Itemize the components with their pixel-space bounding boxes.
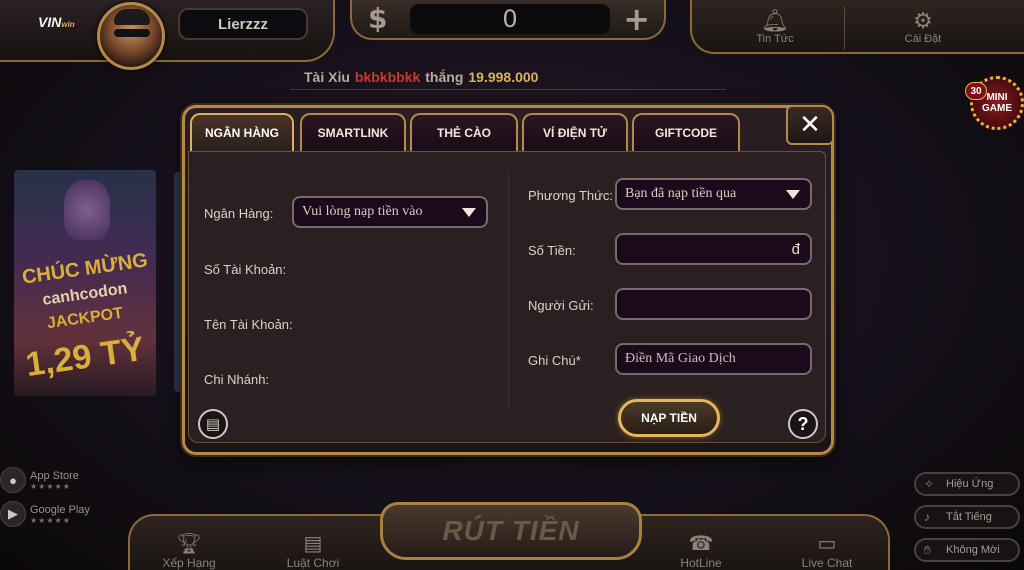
play-icon: ▶ <box>0 501 26 527</box>
poster-line-4: 1,29 TỶ <box>23 329 147 385</box>
tab-bank[interactable]: NGÂN HÀNG <box>190 113 294 151</box>
tab-giftcode[interactable]: GIFTCODE <box>632 113 740 151</box>
bell-icon: 🔔︎ <box>761 8 789 33</box>
withdraw-button[interactable]: RÚT TIỀN <box>380 502 642 560</box>
app-store-rating: ★★★★★ <box>30 481 71 491</box>
book-icon: ▤ <box>303 533 323 555</box>
balance-value: 0 <box>410 4 610 34</box>
no-invite-toggle[interactable]: ✋︎ Không Mời <box>914 538 1020 562</box>
dollar-icon: $ <box>368 2 388 35</box>
brand-logo: VINwin <box>38 14 75 30</box>
avatar[interactable] <box>97 2 165 70</box>
balance-bar: $ 0 + <box>350 0 666 40</box>
ticker-game: Tài Xỉu <box>304 68 350 85</box>
avatar-glasses <box>114 29 150 37</box>
app-store-link[interactable]: ● App Store ★★★★★ <box>0 466 110 494</box>
hotline-button[interactable]: ☎ HotLine <box>646 524 756 570</box>
live-chat-label: Live Chat <box>801 556 853 570</box>
hand-icon: ✋︎ <box>924 542 931 557</box>
mute-label: Tắt Tiếng <box>946 511 992 523</box>
app-store-label: App Store <box>30 469 79 482</box>
news-button[interactable]: 🔔︎ Tin Tức <box>700 0 850 54</box>
chat-icon: ▭ <box>817 533 837 555</box>
method-select-value: Bạn đã nạp tiền qua <box>625 186 737 201</box>
phone-icon: ☎ <box>688 533 714 555</box>
rules-button[interactable]: ▤ Luật Chơi <box>258 524 368 570</box>
amount-field[interactable]: đ <box>615 233 812 265</box>
close-button[interactable]: ✕ <box>786 105 834 145</box>
ticker-amount: 19.998.000 <box>468 68 539 85</box>
settings-button[interactable]: ⚙ Cài Đặt <box>848 0 998 54</box>
rules-label: Luật Chơi <box>286 556 340 570</box>
currency-unit: đ <box>791 241 800 258</box>
history-icon[interactable]: ▤ <box>198 409 228 439</box>
live-chat-button[interactable]: ▭ Live Chat <box>772 524 882 570</box>
ticker-verb: thắng <box>425 68 464 85</box>
mini-game-badge: 30 <box>965 82 987 100</box>
deposit-button[interactable]: NẠP TIỀN <box>618 399 720 437</box>
chevron-down-icon <box>786 190 800 199</box>
note-label: Ghi Chú* <box>528 353 581 368</box>
rank-button[interactable]: 🏆︎ Xếp Hạng <box>134 524 244 570</box>
jackpot-poster[interactable]: CHÚC MỪNG canhcodon JACKPOT 1,29 TỶ <box>14 170 156 396</box>
account-name-label: Tên Tài Khoản: <box>204 317 293 332</box>
help-button[interactable]: ? <box>788 409 818 439</box>
winner-ticker: Tài Xỉu bkbkbbkk thắng 19.998.000 <box>290 64 726 90</box>
poster-character <box>64 180 110 240</box>
effects-toggle[interactable]: ✧ Hiệu Ứng <box>914 472 1020 496</box>
tab-e-wallet[interactable]: VÍ ĐIỆN TỬ <box>522 113 628 151</box>
bank-select[interactable]: Vui lòng nạp tiền vào <box>292 196 488 228</box>
bank-label: Ngân Hàng: <box>204 206 274 221</box>
google-play-label: Google Play <box>30 503 90 516</box>
tab-scratch-card[interactable]: THẺ CÀO <box>410 113 518 151</box>
divider <box>844 6 845 50</box>
apple-icon: ● <box>0 467 26 493</box>
trophy-icon: 🏆︎ <box>176 533 202 555</box>
method-select[interactable]: Bạn đã nạp tiền qua <box>615 178 812 210</box>
sender-label: Người Gửi: <box>528 298 594 313</box>
branch-label: Chi Nhánh: <box>204 372 270 387</box>
effects-label: Hiệu Ứng <box>946 478 994 490</box>
amount-label: Số Tiền: <box>528 243 576 258</box>
account-number-label: Số Tài Khoản: <box>204 262 287 277</box>
no-invite-label: Không Mời <box>946 544 1000 556</box>
mute-toggle[interactable]: ♪ Tắt Tiếng <box>914 505 1020 529</box>
tab-smartlink[interactable]: SMARTLINK <box>300 113 406 151</box>
note-placeholder: Điền Mã Giao Dịch <box>625 351 736 366</box>
speaker-icon: ♪ <box>924 510 930 524</box>
chevron-down-icon <box>462 208 476 217</box>
username[interactable]: Lierzzz <box>178 8 308 40</box>
top-right-bar: 🔔︎ Tin Tức ⚙ Cài Đặt <box>690 0 1024 54</box>
google-play-link[interactable]: ▶ Google Play ★★★★★ <box>0 500 110 528</box>
note-field[interactable]: Điền Mã Giao Dịch <box>615 343 812 375</box>
panel-divider <box>508 172 509 408</box>
avatar-cap <box>114 9 150 25</box>
settings-label: Cài Đặt <box>904 33 942 45</box>
method-label: Phương Thức: <box>528 188 613 203</box>
rank-label: Xếp Hạng <box>162 556 216 570</box>
sender-field[interactable] <box>615 288 812 320</box>
gear-icon: ⚙ <box>913 8 933 33</box>
hotline-label: HotLine <box>680 556 722 570</box>
add-funds-button[interactable]: + <box>623 0 650 38</box>
ticker-player: bkbkbbkk <box>354 68 421 85</box>
google-play-rating: ★★★★★ <box>30 515 71 525</box>
sparkle-icon: ✧ <box>924 477 935 491</box>
news-label: Tin Tức <box>756 33 794 45</box>
bank-select-value: Vui lòng nạp tiền vào <box>302 204 423 219</box>
